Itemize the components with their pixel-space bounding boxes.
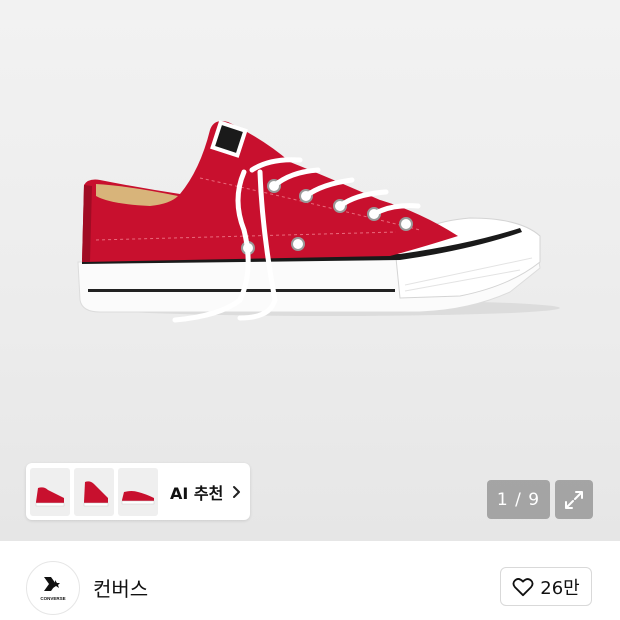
product-image-gallery[interactable]: AI 추천 1 / 9	[0, 0, 620, 541]
brand-name[interactable]: 컨버스	[93, 573, 148, 602]
thumbnail-1[interactable]	[30, 467, 70, 516]
image-pager: 1 / 9	[487, 480, 550, 519]
brand-logo[interactable]: CONVERSE	[26, 561, 80, 615]
product-image[interactable]	[0, 0, 620, 541]
thumbnail-strip[interactable]: AI 추천	[26, 463, 250, 520]
brand-bar: CONVERSE 컨버스 26만	[0, 541, 620, 620]
like-count: 26만	[540, 577, 580, 599]
expand-icon	[565, 490, 583, 509]
thumbnail-2[interactable]	[74, 467, 114, 516]
thumbnail-3[interactable]	[118, 467, 158, 516]
chevron-right-icon[interactable]	[229, 484, 245, 500]
like-button[interactable]: 26만	[500, 567, 592, 606]
heart-icon	[512, 577, 534, 596]
svg-text:CONVERSE: CONVERSE	[40, 596, 65, 601]
expand-button[interactable]	[555, 480, 593, 519]
converse-logo-icon: CONVERSE	[40, 577, 66, 601]
ai-recommend-label[interactable]: AI 추천	[170, 480, 223, 504]
